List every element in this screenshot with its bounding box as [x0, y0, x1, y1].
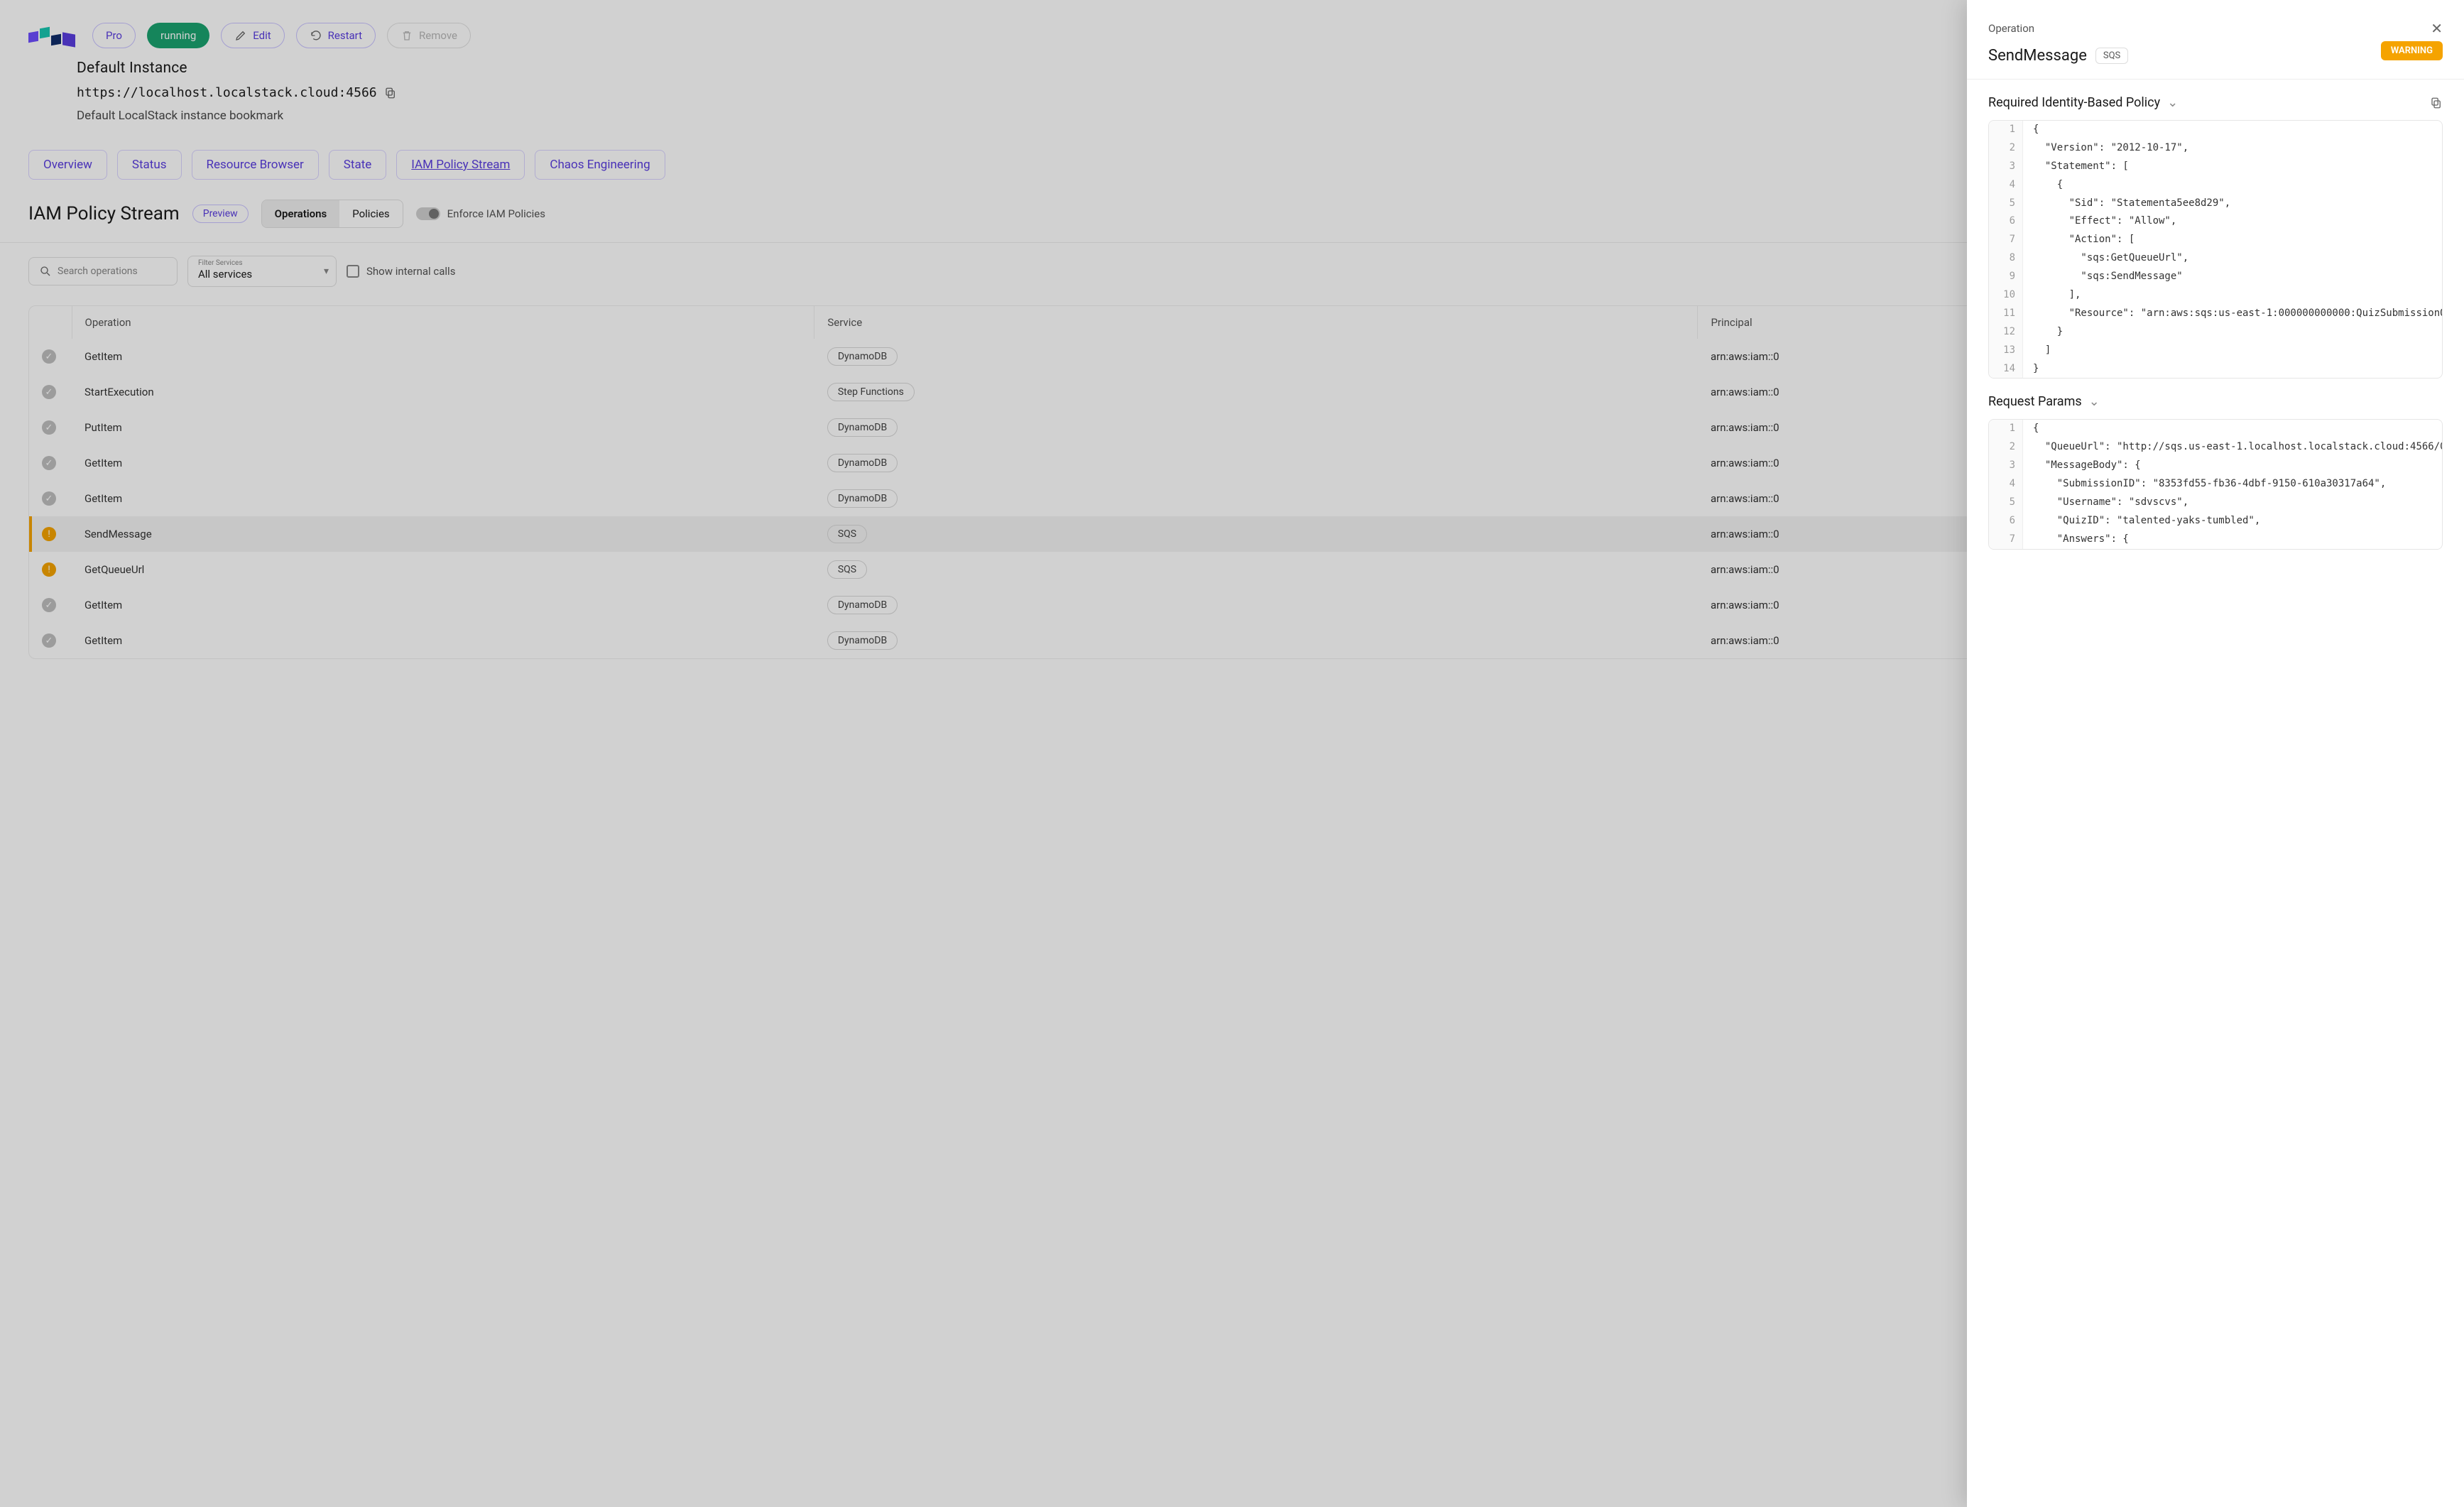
code-line: 14}	[1989, 360, 2442, 379]
code-line: 5 "Sid": "Statementa5ee8d29",	[1989, 195, 2442, 213]
code-line: 11 "Resource": "arn:aws:sqs:us-east-1:00…	[1989, 305, 2442, 323]
code-line: 1{	[1989, 121, 2442, 139]
panel-header: Operation ✕ SendMessage SQS WARNING	[1967, 0, 2464, 80]
panel-title: SendMessage	[1988, 47, 2087, 65]
params-section-header[interactable]: Request Params ⌄	[1988, 379, 2443, 419]
code-line: 6 "QuizID": "talented-yaks-tumbled",	[1989, 512, 2442, 531]
chevron-down-icon: ⌄	[2167, 95, 2178, 110]
copy-icon[interactable]	[2430, 97, 2443, 109]
code-line: 3 "Statement": [	[1989, 158, 2442, 176]
code-line: 4 {	[1989, 176, 2442, 195]
panel-body: Required Identity-Based Policy ⌄ 1{2 "Ve…	[1967, 80, 2464, 1507]
code-line: 4 "SubmissionID": "8353fd55-fb36-4dbf-91…	[1989, 475, 2442, 494]
policy-section-title: Required Identity-Based Policy	[1988, 95, 2160, 110]
code-line: 2 "QueueUrl": "http://sqs.us-east-1.loca…	[1989, 438, 2442, 457]
code-line: 1{	[1989, 420, 2442, 438]
code-line: 2 "Version": "2012-10-17",	[1989, 139, 2442, 158]
params-code: 1{2 "QueueUrl": "http://sqs.us-east-1.lo…	[1988, 419, 2443, 549]
code-line: 9 "sqs:SendMessage"	[1989, 268, 2442, 286]
code-line: 8 "sqs:GetQueueUrl",	[1989, 249, 2442, 268]
params-section-title: Request Params	[1988, 394, 2082, 409]
code-line: 6 "Effect": "Allow",	[1989, 212, 2442, 231]
warning-badge: WARNING	[2381, 41, 2443, 60]
code-line: 3 "MessageBody": {	[1989, 457, 2442, 475]
code-line: 7 "Answers": {	[1989, 531, 2442, 549]
close-icon[interactable]: ✕	[2431, 20, 2443, 37]
chevron-down-icon: ⌄	[2089, 394, 2100, 409]
code-line: 10 ],	[1989, 286, 2442, 305]
code-line: 5 "Username": "sdvscvs",	[1989, 494, 2442, 512]
code-line: 13 ]	[1989, 342, 2442, 360]
code-line: 12 }	[1989, 323, 2442, 342]
panel-subtitle: Operation	[1988, 22, 2034, 35]
code-line: 7 "Action": [	[1989, 231, 2442, 249]
detail-panel: Operation ✕ SendMessage SQS WARNING Requ…	[1967, 0, 2464, 1507]
policy-section-header[interactable]: Required Identity-Based Policy ⌄	[1988, 80, 2443, 120]
panel-service-chip: SQS	[2095, 48, 2128, 64]
policy-code: 1{2 "Version": "2012-10-17",3 "Statement…	[1988, 120, 2443, 379]
